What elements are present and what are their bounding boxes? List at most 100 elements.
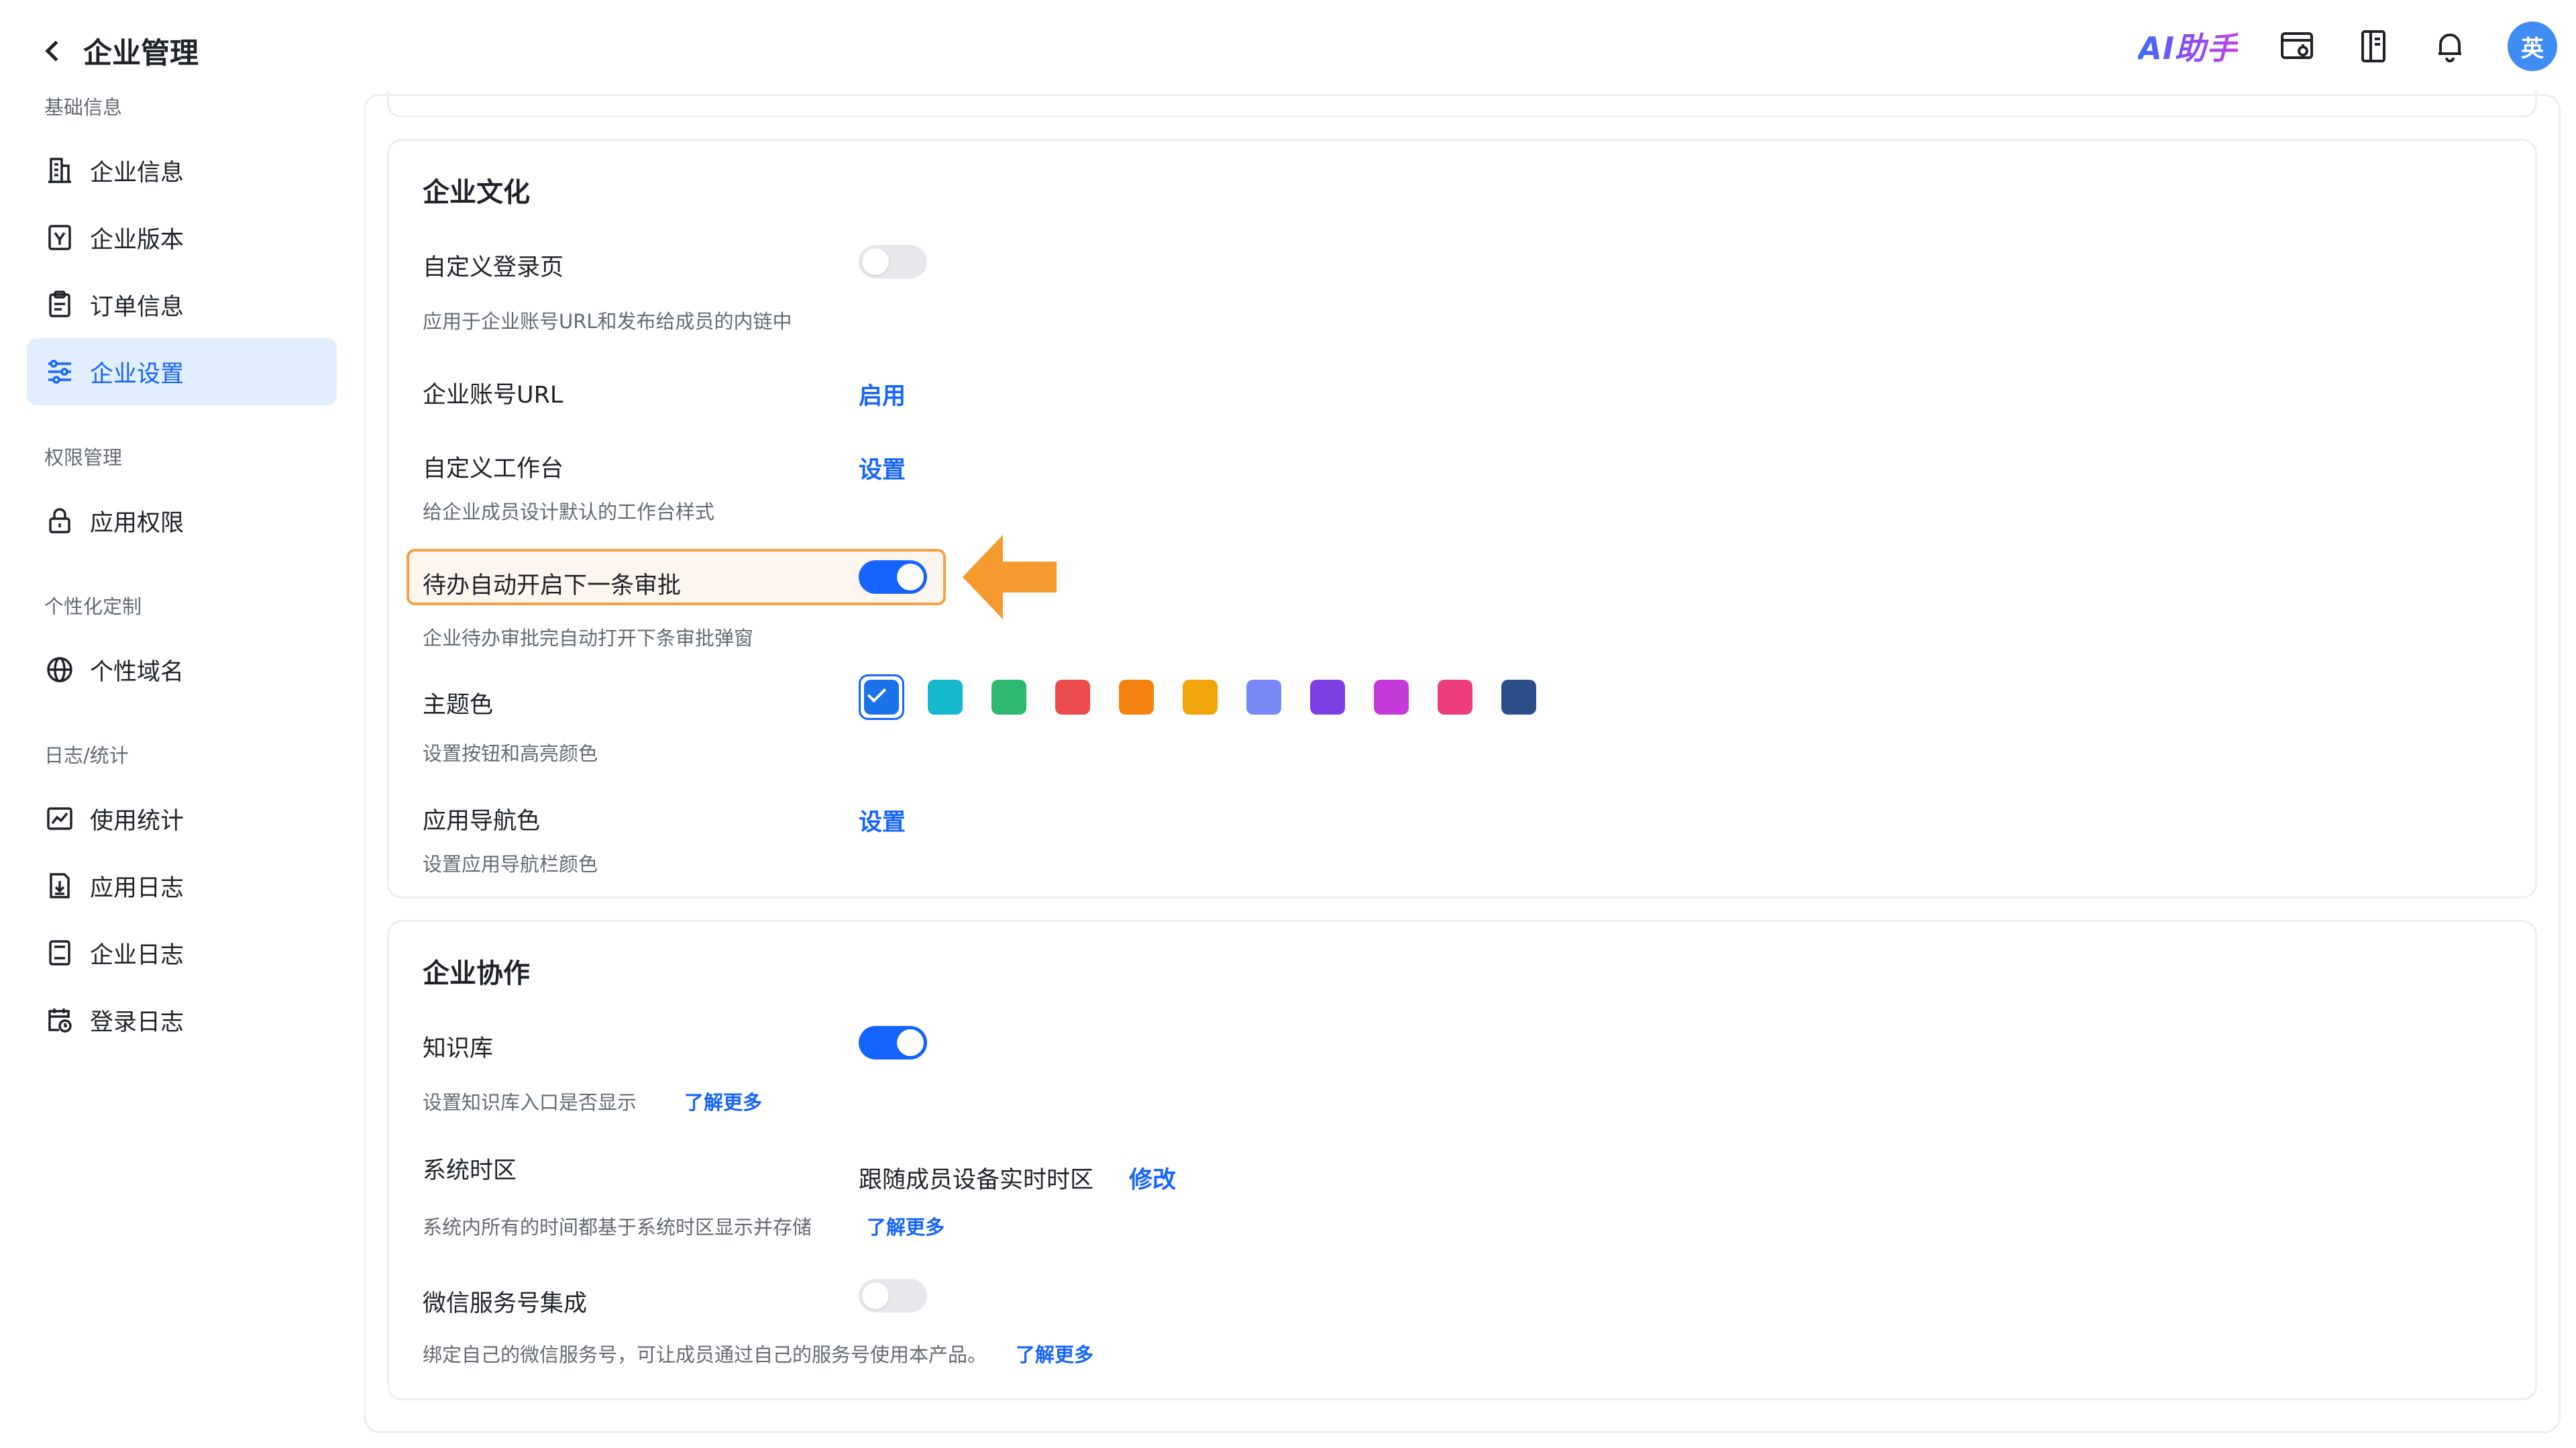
swatch-fill: [1501, 680, 1536, 715]
custom-login-label: 自定义登录页: [423, 254, 564, 281]
auto-next-label: 待办自动开启下一条审批: [423, 572, 682, 599]
theme-color-swatch[interactable]: [1241, 674, 1287, 720]
swatch-fill: [991, 680, 1026, 715]
theme-color-swatch[interactable]: [1050, 674, 1095, 720]
back-button[interactable]: 企业管理: [40, 30, 199, 72]
sidebar-item-edition[interactable]: 企业版本: [27, 204, 337, 271]
toggle-knob: [897, 564, 924, 590]
sidebar-item-domain[interactable]: 个性域名: [27, 636, 337, 703]
theme-color-swatches: [859, 674, 1560, 720]
theme-color-swatch[interactable]: [1177, 674, 1223, 720]
collab-title: 企业协作: [423, 958, 530, 989]
notebook-icon[interactable]: [2355, 28, 2392, 65]
sidebar-item-usage-stats[interactable]: 使用统计: [27, 785, 337, 852]
globe-icon: [44, 654, 75, 685]
swatch-fill: [928, 680, 963, 715]
theme-color-swatch[interactable]: [1432, 674, 1478, 720]
timezone-label: 系统时区: [423, 1157, 517, 1184]
chevron-left-icon: [45, 40, 66, 62]
admin-console-icon[interactable]: [2278, 28, 2316, 65]
sidebar-item-label: 企业信息: [90, 159, 184, 187]
document-icon: [44, 937, 75, 968]
timezone-desc: 系统内所有的时间都基于系统时区显示并存储: [423, 1216, 812, 1239]
kb-toggle[interactable]: [859, 1026, 927, 1059]
sliders-icon: [44, 356, 75, 387]
wechat-toggle[interactable]: [859, 1279, 927, 1312]
nav-color-settings-link[interactable]: 设置: [859, 803, 906, 837]
avatar[interactable]: 英: [2508, 21, 2557, 71]
custom-login-desc: 应用于企业账号URL和发布给成员的内链中: [423, 310, 792, 333]
sidebar-item-label: 企业设置: [90, 360, 184, 388]
sidebar-group-custom: 个性化定制: [44, 595, 142, 618]
sidebar-item-settings[interactable]: 企业设置: [27, 338, 337, 405]
auto-next-desc: 企业待办审批完自动打开下条审批弹窗: [423, 627, 754, 650]
ai-assistant-button[interactable]: AI助手: [2138, 24, 2238, 68]
bell-icon[interactable]: [2431, 28, 2469, 65]
sidebar-item-label: 使用统计: [90, 807, 184, 835]
culture-card: 企业文化 自定义登录页 应用于企业账号URL和发布给成员的内链中 企业账号URL…: [387, 139, 2537, 898]
kb-desc: 设置知识库入口是否显示: [423, 1091, 637, 1114]
sidebar-item-company-logs[interactable]: 企业日志: [27, 919, 337, 986]
sidebar-item-label: 登录日志: [90, 1009, 184, 1036]
theme-color-desc: 设置按钮和高亮颜色: [423, 742, 598, 765]
sidebar-item-app-logs[interactable]: 应用日志: [27, 852, 337, 919]
workbench-desc: 给企业成员设计默认的工作台样式: [423, 501, 715, 523]
chart-icon: [44, 803, 75, 834]
kb-label: 知识库: [423, 1035, 494, 1062]
theme-color-swatch[interactable]: [1368, 674, 1414, 720]
swatch-fill: [1119, 680, 1154, 715]
theme-color-swatch[interactable]: [922, 674, 968, 720]
settings-panel: 企业文化 自定义登录页 应用于企业账号URL和发布给成员的内链中 企业账号URL…: [364, 91, 2561, 1433]
swatch-fill: [1246, 680, 1281, 715]
toggle-knob: [862, 248, 889, 275]
sidebar-item-login-logs[interactable]: 登录日志: [27, 986, 337, 1053]
swatch-fill: [1438, 680, 1472, 715]
wechat-label: 微信服务号集成: [423, 1290, 588, 1317]
sidebar-item-company-info[interactable]: 企业信息: [27, 137, 337, 204]
sidebar-item-app-permissions[interactable]: 应用权限: [27, 487, 337, 554]
timezone-learn-more-link[interactable]: 了解更多: [867, 1212, 945, 1240]
theme-color-swatch[interactable]: [859, 674, 904, 720]
kb-learn-more-link[interactable]: 了解更多: [684, 1087, 762, 1115]
theme-color-label: 主题色: [423, 692, 494, 719]
arrow-pointer-icon: [963, 535, 1057, 619]
nav-color-desc: 设置应用导航栏颜色: [423, 853, 598, 876]
top-toolbar: AI助手 英: [2138, 21, 2557, 71]
auto-next-toggle[interactable]: [859, 560, 927, 594]
workbench-label: 自定义工作台: [423, 456, 564, 482]
calendar-clock-icon: [44, 1004, 75, 1035]
theme-color-swatch[interactable]: [1114, 674, 1159, 720]
theme-color-swatch[interactable]: [986, 674, 1032, 720]
swatch-fill: [1310, 680, 1345, 715]
swatch-fill: [1055, 680, 1090, 715]
nav-color-label: 应用导航色: [423, 808, 541, 835]
edition-icon: [44, 222, 75, 253]
clipboard-icon: [44, 289, 75, 320]
workbench-settings-link[interactable]: 设置: [859, 451, 906, 485]
lock-icon: [44, 505, 75, 536]
sidebar-item-label: 企业版本: [90, 226, 184, 254]
sidebar-item-label: 个性域名: [90, 658, 184, 686]
sidebar: 基础信息 企业信息 企业版本 订单信息 企业设置 权限管理 应用权限 个性化定制: [27, 94, 337, 1053]
sidebar-item-label: 企业日志: [90, 941, 184, 969]
culture-title: 企业文化: [423, 177, 530, 208]
wechat-learn-more-link[interactable]: 了解更多: [1016, 1339, 1093, 1367]
sidebar-group-basic: 基础信息: [44, 96, 123, 119]
account-url-enable-link[interactable]: 启用: [859, 377, 906, 411]
previous-card-edge: [387, 91, 2537, 117]
toggle-knob: [897, 1029, 924, 1056]
sidebar-item-label: 应用日志: [90, 874, 184, 902]
timezone-modify-link[interactable]: 修改: [1129, 1161, 1176, 1195]
sidebar-item-orders[interactable]: 订单信息: [27, 271, 337, 338]
custom-login-toggle[interactable]: [859, 245, 927, 278]
sidebar-item-label: 应用权限: [90, 509, 184, 537]
download-doc-icon: [44, 870, 75, 901]
theme-color-swatch[interactable]: [1305, 674, 1350, 720]
sidebar-group-logs: 日志/统计: [44, 744, 129, 767]
swatch-fill: [1183, 680, 1218, 715]
wechat-desc: 绑定自己的微信服务号，可让成员通过自己的服务号使用本产品。: [423, 1343, 987, 1366]
timezone-value: 跟随成员设备实时时区: [859, 1167, 1094, 1194]
theme-color-swatch[interactable]: [1496, 674, 1542, 720]
sidebar-item-label: 订单信息: [90, 293, 184, 321]
building-icon: [44, 155, 75, 186]
